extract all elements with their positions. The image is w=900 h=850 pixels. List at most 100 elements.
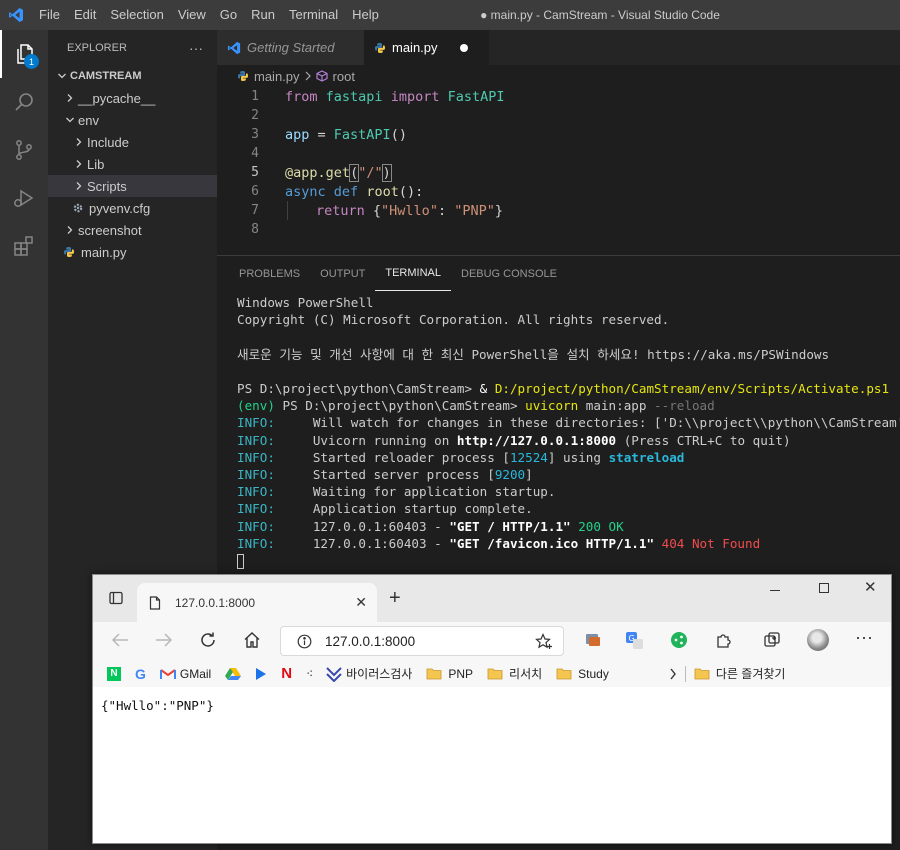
tab-getting-started[interactable]: Getting Started	[217, 30, 364, 65]
terminal-line: INFO: Waiting for application startup.	[237, 484, 556, 500]
tab-main-py[interactable]: main.py	[364, 30, 489, 65]
close-window-icon[interactable]: ✕	[864, 578, 877, 596]
menu-bar: File Edit Selection View Go Run Terminal…	[32, 0, 386, 30]
bookmark-virus-scan[interactable]: 바이러스검사	[326, 665, 412, 682]
explorer-badge: 1	[24, 54, 39, 69]
bookmark-pnp[interactable]: PNP	[426, 667, 473, 681]
extensions-puzzle-icon[interactable]	[715, 631, 733, 649]
source-control-activity[interactable]	[0, 126, 48, 174]
chevron-right-icon	[62, 93, 78, 103]
breadcrumb-symbol[interactable]: root	[333, 69, 355, 84]
terminal-line: INFO: Uvicorn running on http://127.0.0.…	[237, 432, 791, 448]
bookmark-label: GMail	[179, 666, 212, 681]
tree-item-env[interactable]: env	[48, 109, 217, 131]
bookmark-label: Study	[578, 666, 609, 681]
more-menu-icon[interactable]: ···	[855, 627, 873, 648]
line-number: 8	[251, 222, 259, 237]
tab-actions-icon[interactable]	[109, 591, 123, 605]
bookmark-divider	[684, 665, 686, 682]
menu-terminal[interactable]: Terminal	[282, 0, 345, 30]
code-line: 5 @app.get("/")	[217, 163, 900, 182]
tab-output[interactable]: OUTPUT	[310, 256, 375, 291]
tree-item-screenshot[interactable]: screenshot	[48, 219, 217, 241]
menu-edit[interactable]: Edit	[67, 0, 103, 30]
refresh-icon[interactable]	[199, 631, 217, 649]
terminal-line: INFO: Application startup complete.	[237, 501, 533, 517]
tree-item-pycache[interactable]: __pycache__	[48, 87, 217, 109]
extensions-activity[interactable]	[0, 222, 48, 270]
bookmark-dots[interactable]: ⁖	[306, 666, 313, 681]
minimize-icon[interactable]	[770, 590, 780, 591]
favorite-star-icon[interactable]	[535, 633, 553, 650]
dots-icon: ⁖	[306, 666, 313, 681]
source-control-icon	[12, 138, 36, 162]
folder-icon	[426, 667, 442, 680]
line-number: 3	[251, 127, 259, 142]
forward-icon[interactable]	[155, 632, 173, 648]
code-text: from fastapi import FastAPI	[285, 88, 505, 105]
menu-view[interactable]: View	[171, 0, 213, 30]
terminal-output[interactable]: Windows PowerShell Copyright (C) Microso…	[237, 294, 900, 570]
project-folder[interactable]: CAMSTREAM	[48, 65, 217, 87]
tab-debug-console[interactable]: DEBUG CONSOLE	[451, 256, 567, 291]
code-line: 4	[217, 144, 900, 163]
address-bar[interactable]: 127.0.0.1:8000	[280, 626, 564, 656]
chevron-right-icon	[71, 181, 87, 191]
browser-tab[interactable]: 127.0.0.1:8000 ✕	[137, 583, 377, 622]
tree-item-pyvenv[interactable]: pyvenv.cfg	[48, 197, 217, 219]
folder-icon	[487, 667, 503, 680]
menu-go[interactable]: Go	[213, 0, 244, 30]
menu-selection[interactable]: Selection	[103, 0, 170, 30]
bookmark-google[interactable]: G	[135, 666, 146, 682]
bookmark-gmail[interactable]: GMail	[159, 666, 212, 681]
tab-problems[interactable]: PROBLEMS	[229, 256, 310, 291]
tree-item-lib[interactable]: Lib	[48, 153, 217, 175]
chevron-right-icon	[669, 668, 677, 680]
close-tab-icon[interactable]: ✕	[355, 594, 367, 611]
new-tab-icon[interactable]: +	[389, 588, 401, 608]
search-activity[interactable]	[0, 78, 48, 126]
tree-item-scripts[interactable]: Scripts	[48, 175, 217, 197]
activity-bar: 1	[0, 30, 48, 850]
extensions-icon	[12, 234, 36, 258]
extension-1-icon[interactable]	[585, 632, 601, 648]
collections-icon[interactable]	[763, 631, 781, 649]
bookmark-netflix[interactable]: N	[281, 665, 292, 682]
run-debug-activity[interactable]	[0, 174, 48, 222]
bookmark-study[interactable]: Study	[556, 667, 609, 681]
cube-icon	[315, 70, 328, 82]
more-actions-button[interactable]: ···	[189, 40, 203, 56]
menu-file[interactable]: File	[32, 0, 67, 30]
editor-tabs: Getting Started main.py	[217, 30, 900, 65]
bookmark-play[interactable]	[255, 667, 267, 681]
bookmark-naver[interactable]: N	[107, 666, 121, 681]
home-icon[interactable]	[243, 631, 261, 649]
tab-terminal[interactable]: TERMINAL	[375, 256, 451, 291]
gear-icon	[70, 202, 86, 214]
page-icon	[149, 595, 161, 610]
menu-help[interactable]: Help	[345, 0, 386, 30]
back-icon[interactable]	[111, 632, 129, 648]
terminal-line: INFO: 127.0.0.1:60403 - "GET /favicon.ic…	[237, 535, 761, 551]
info-icon[interactable]	[297, 634, 312, 649]
bookmark-research[interactable]: 리서치	[487, 665, 542, 682]
code-editor[interactable]: 1 from fastapi import FastAPI 2 3 app = …	[217, 87, 900, 247]
bookmark-label: 리서치	[509, 667, 543, 681]
tree-item-include[interactable]: Include	[48, 131, 217, 153]
avatar[interactable]	[807, 629, 829, 651]
bookmark-drive[interactable]	[225, 667, 242, 681]
vscode-logo-icon	[0, 0, 32, 30]
explorer-activity[interactable]: 1	[0, 30, 48, 78]
tree-item-main-py[interactable]: main.py	[48, 241, 217, 263]
translate-icon[interactable]: G	[626, 632, 643, 649]
maximize-icon[interactable]	[819, 583, 829, 593]
menu-run[interactable]: Run	[244, 0, 282, 30]
chevron-right-icon	[71, 159, 87, 169]
bookmarks-overflow-button[interactable]	[669, 668, 677, 680]
breadcrumb-file[interactable]: main.py	[254, 69, 300, 84]
terminal-line: Copyright (C) Microsoft Corporation. All…	[237, 312, 670, 328]
code-line: 6 async def root():	[217, 182, 900, 201]
bookmark-other-favorites[interactable]: 다른 즐겨찾기	[694, 665, 785, 682]
share-icon[interactable]	[670, 631, 688, 649]
unsaved-dot-icon[interactable]	[459, 43, 468, 52]
